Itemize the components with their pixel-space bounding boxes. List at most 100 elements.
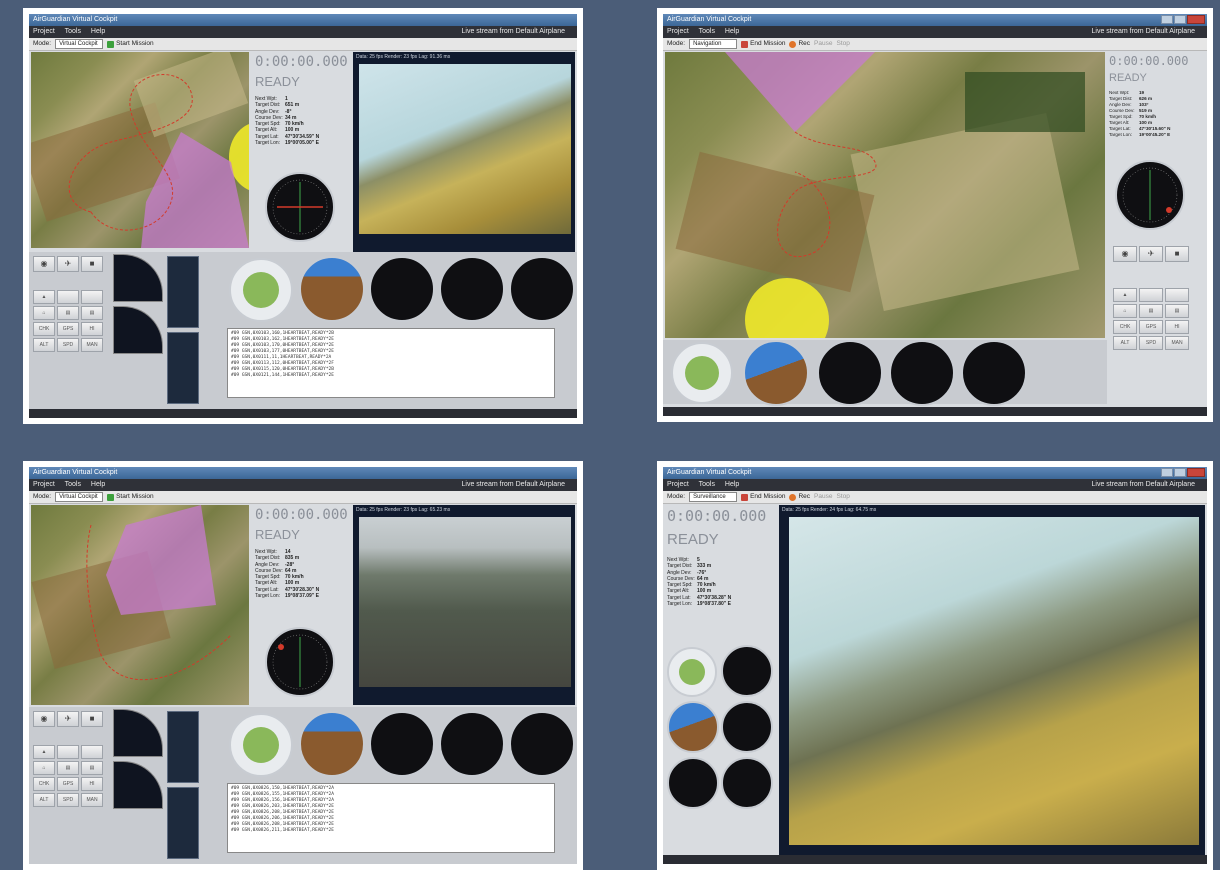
gps-button[interactable]: GPS bbox=[1139, 320, 1163, 334]
airspeed-indicator bbox=[369, 711, 435, 777]
hi-button[interactable]: HI bbox=[81, 777, 103, 791]
rec-button[interactable]: Rec bbox=[789, 491, 810, 503]
camera-icon[interactable]: ■ bbox=[1165, 246, 1189, 262]
stop-button[interactable]: Stop bbox=[836, 491, 849, 503]
man-button[interactable]: MAN bbox=[81, 338, 103, 352]
hi-button[interactable]: HI bbox=[81, 322, 103, 336]
start-mission-label: Start Mission bbox=[116, 493, 154, 500]
lock-icon[interactable]: ▲ bbox=[1113, 288, 1137, 302]
home-icon[interactable]: ⌂ bbox=[33, 761, 55, 775]
end-mission-label: End Mission bbox=[750, 493, 786, 500]
printer-icon[interactable]: ▤ bbox=[1165, 304, 1189, 318]
printer-icon[interactable]: ▤ bbox=[57, 761, 79, 775]
pause-label: Pause bbox=[814, 493, 833, 500]
altimeter-gauge bbox=[439, 256, 505, 322]
blank-button[interactable] bbox=[1165, 288, 1189, 302]
menu-tools[interactable]: Tools bbox=[65, 481, 81, 488]
stop-button[interactable]: Stop bbox=[836, 38, 849, 50]
maximize-button[interactable] bbox=[1174, 15, 1186, 24]
end-mission-button[interactable]: End Mission bbox=[741, 491, 785, 503]
menu-help[interactable]: Help bbox=[725, 28, 739, 35]
home-icon[interactable]: ⌂ bbox=[33, 306, 55, 320]
maximize-button[interactable] bbox=[1174, 468, 1186, 477]
menu-project[interactable]: Project bbox=[667, 481, 689, 488]
pause-button[interactable]: Pause bbox=[814, 491, 832, 503]
globe-icon[interactable]: ◉ bbox=[1113, 246, 1137, 262]
pause-button[interactable]: Pause bbox=[814, 38, 832, 50]
video-feed: Data: 25 fps Render: 23 fps Lag: 91.36 m… bbox=[353, 52, 575, 252]
printer-icon[interactable]: ▤ bbox=[81, 761, 103, 775]
plane-icon[interactable]: ✈ bbox=[57, 711, 79, 727]
stat-row: Target Lon: 19°00'05.00" E bbox=[255, 140, 319, 146]
plane-icon[interactable]: ✈ bbox=[57, 256, 79, 272]
alt-button[interactable]: ALT bbox=[33, 793, 55, 807]
globe-icon[interactable]: ◉ bbox=[33, 711, 55, 727]
toolbar: Mode: Navigation End Mission Rec Pause S… bbox=[663, 38, 1207, 51]
menu-tools[interactable]: Tools bbox=[65, 28, 81, 35]
window-content: AirGuardian Virtual Cockpit Project Tool… bbox=[663, 467, 1207, 864]
plane-icon[interactable]: ✈ bbox=[1139, 246, 1163, 262]
mode-select[interactable]: Virtual Cockpit bbox=[55, 492, 104, 502]
blank-button[interactable] bbox=[81, 290, 103, 304]
rec-button[interactable]: Rec bbox=[789, 38, 810, 50]
start-mission-button[interactable]: Start Mission bbox=[107, 491, 154, 503]
menu-project[interactable]: Project bbox=[33, 481, 55, 488]
chk-button[interactable]: CHK bbox=[33, 322, 55, 336]
alt-button[interactable]: ALT bbox=[33, 338, 55, 352]
mission-timer: 0:00:00.000 bbox=[255, 507, 348, 523]
map-view[interactable] bbox=[31, 52, 249, 248]
camera-icon[interactable]: ■ bbox=[81, 256, 103, 272]
telemetry-console[interactable]: #09 GSN,0X0826,150,1HEARTBEAT,READY*2A #… bbox=[227, 783, 555, 853]
airspeed-indicator bbox=[721, 645, 773, 697]
close-button[interactable] bbox=[1187, 15, 1205, 24]
nav-stats: Next Wpt: 19 Target Dist: 626 m Angle Dev:… bbox=[1109, 90, 1170, 138]
home-icon[interactable]: ⌂ bbox=[1113, 304, 1137, 318]
map-view[interactable] bbox=[31, 505, 249, 705]
alt-button[interactable]: ALT bbox=[1113, 336, 1137, 350]
man-button[interactable]: MAN bbox=[1165, 336, 1189, 350]
menu-help[interactable]: Help bbox=[725, 481, 739, 488]
chk-button[interactable]: CHK bbox=[33, 777, 55, 791]
blank-button[interactable] bbox=[1139, 288, 1163, 302]
spd-button[interactable]: SPD bbox=[57, 338, 79, 352]
man-button[interactable]: MAN bbox=[81, 793, 103, 807]
menu-help[interactable]: Help bbox=[91, 28, 105, 35]
globe-icon[interactable]: ◉ bbox=[33, 256, 55, 272]
printer-icon[interactable]: ▤ bbox=[81, 306, 103, 320]
mode-select[interactable]: Surveillance bbox=[689, 492, 738, 502]
gps-button[interactable]: GPS bbox=[57, 777, 79, 791]
map-view[interactable] bbox=[665, 52, 1105, 338]
lock-icon[interactable]: ▲ bbox=[33, 290, 55, 304]
gps-button[interactable]: GPS bbox=[57, 322, 79, 336]
printer-icon[interactable]: ▤ bbox=[57, 306, 79, 320]
menu-help[interactable]: Help bbox=[91, 481, 105, 488]
menu-project[interactable]: Project bbox=[33, 28, 55, 35]
airspeed-indicator bbox=[369, 256, 435, 322]
telemetry-console[interactable]: #09 GSN,0X0103,160,1HEARTBEAT,READY*2B #… bbox=[227, 328, 555, 398]
hi-button[interactable]: HI bbox=[1165, 320, 1189, 334]
mode-select[interactable]: Virtual Cockpit bbox=[55, 39, 104, 49]
cockpit-window-2: AirGuardian Virtual Cockpit Project Tool… bbox=[657, 8, 1213, 422]
menu-tools[interactable]: Tools bbox=[699, 28, 715, 35]
spd-button[interactable]: SPD bbox=[1139, 336, 1163, 350]
camera-icon[interactable]: ■ bbox=[81, 711, 103, 727]
window-content: AirGuardian Virtual Cockpit Project Tool… bbox=[29, 467, 577, 864]
spd-button[interactable]: SPD bbox=[57, 793, 79, 807]
title-bar: AirGuardian Virtual Cockpit bbox=[29, 14, 577, 26]
menu-tools[interactable]: Tools bbox=[699, 481, 715, 488]
heading-map bbox=[679, 659, 705, 685]
printer-icon[interactable]: ▤ bbox=[1139, 304, 1163, 318]
minimize-button[interactable] bbox=[1161, 15, 1173, 24]
end-mission-button[interactable]: End Mission bbox=[741, 38, 785, 50]
minimize-button[interactable] bbox=[1161, 468, 1173, 477]
chk-button[interactable]: CHK bbox=[1113, 320, 1137, 334]
start-mission-button[interactable]: Start Mission bbox=[107, 38, 154, 50]
menu-project[interactable]: Project bbox=[667, 28, 689, 35]
blank-button[interactable] bbox=[57, 745, 79, 759]
blank-button[interactable] bbox=[57, 290, 79, 304]
video-feed: Data: 25 fps Render: 24 fps Lag: 64.75 m… bbox=[779, 505, 1205, 855]
blank-button[interactable] bbox=[81, 745, 103, 759]
lock-icon[interactable]: ▲ bbox=[33, 745, 55, 759]
mode-select[interactable]: Navigation bbox=[689, 39, 738, 49]
close-button[interactable] bbox=[1187, 468, 1205, 477]
